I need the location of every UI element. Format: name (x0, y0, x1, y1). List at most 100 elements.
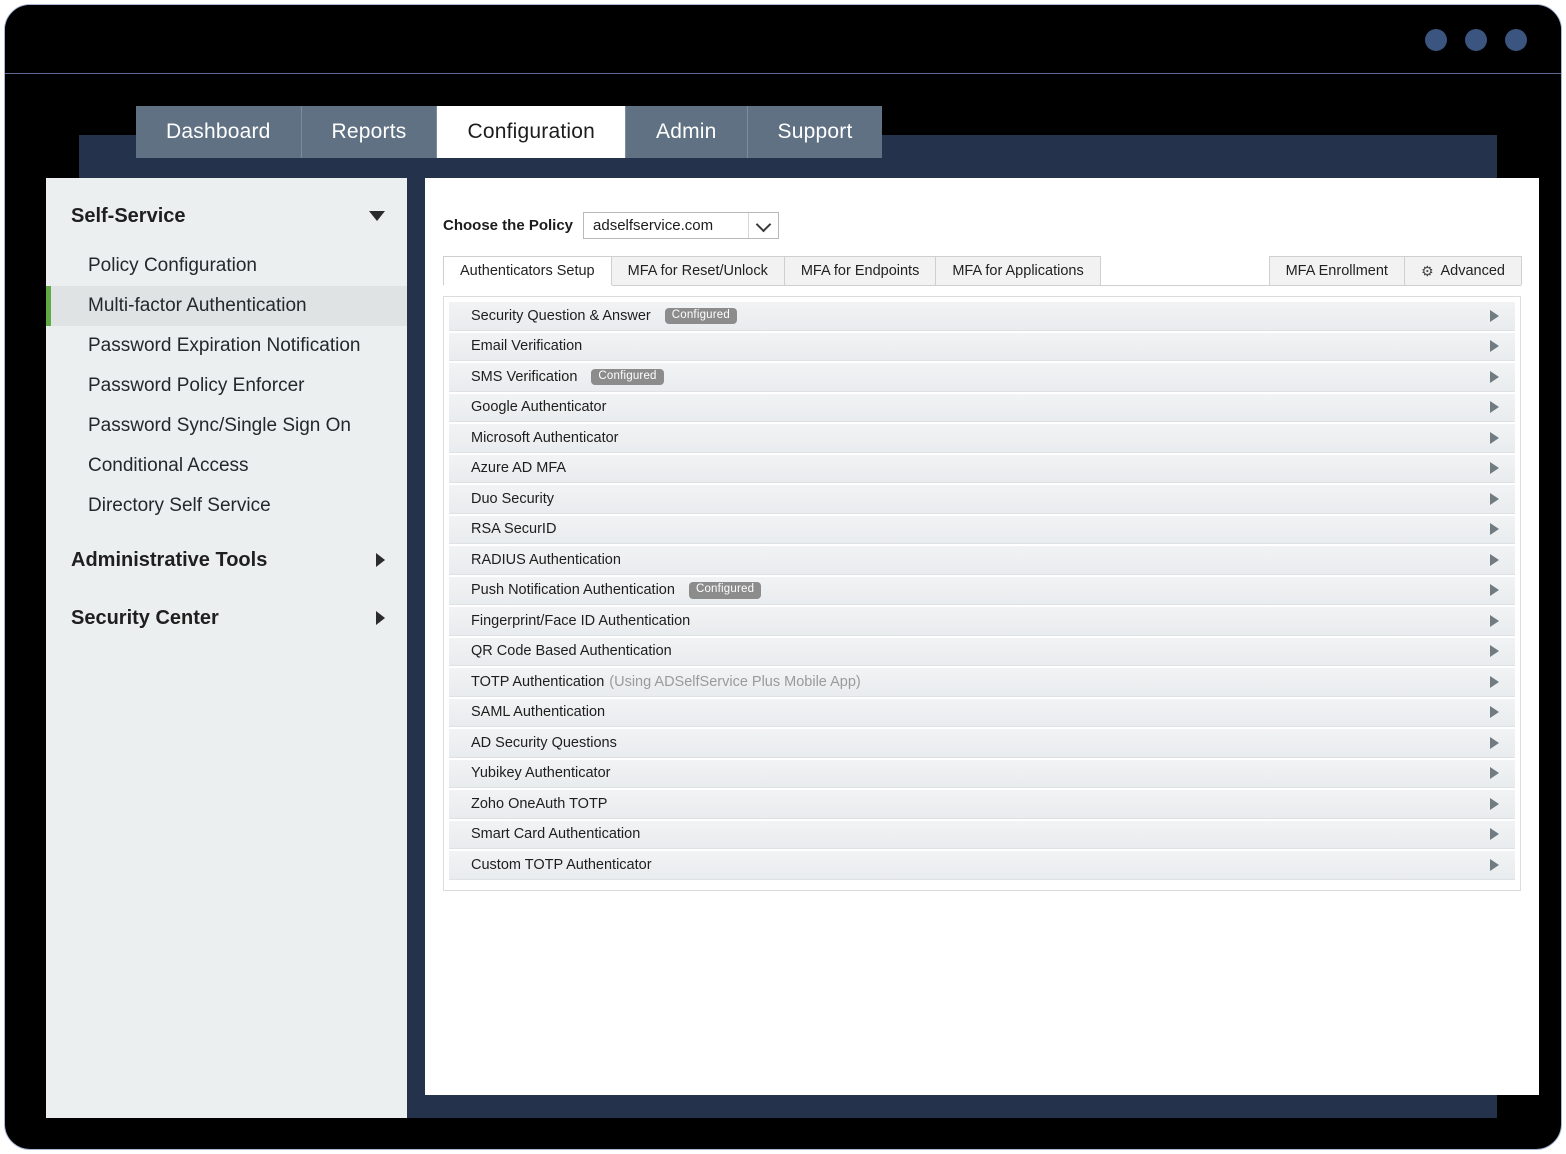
gear-icon: ⚙ (1420, 262, 1434, 279)
sidebar-item-conditional-access[interactable]: Conditional Access (46, 446, 407, 486)
authenticator-name: Yubikey Authenticator (471, 765, 611, 782)
chevron-down-icon (369, 211, 385, 221)
nav-tab-admin[interactable]: Admin (626, 106, 748, 158)
tab-label: Authenticators Setup (460, 263, 595, 279)
authenticator-name: QR Code Based Authentication (471, 643, 672, 660)
window-titlebar (5, 5, 1561, 74)
sidebar-group-administrative-tools[interactable]: Administrative Tools (46, 534, 407, 586)
authenticator-name: RSA SecurID (471, 521, 557, 538)
table-row[interactable]: AD Security Questions (449, 728, 1515, 758)
content-tabbar-right: MFA Enrollment ⚙ Advanced (1268, 256, 1522, 285)
table-row[interactable]: Email Verification (449, 331, 1515, 361)
sidebar-item-label: Password Expiration Notification (88, 335, 361, 356)
policy-selector-row: Choose the Policy adselfservice.com (443, 211, 1539, 239)
policy-selector-label: Choose the Policy (443, 216, 574, 234)
main-content-panel: Choose the Policy adselfservice.com Auth… (425, 178, 1539, 1095)
sidebar-item-multi-factor-authentication[interactable]: Multi-factor Authentication (46, 286, 407, 326)
authenticator-name: Fingerprint/Face ID Authentication (471, 612, 691, 629)
chevron-right-icon (1490, 523, 1499, 536)
content-tabbar: Authenticators Setup MFA for Reset/Unloc… (443, 256, 1522, 286)
main-navigation: Dashboard Reports Configuration Admin Su… (136, 106, 883, 158)
table-row[interactable]: TOTP Authentication (Using ADSelfService… (449, 667, 1515, 697)
table-row[interactable]: Fingerprint/Face ID Authentication (449, 606, 1515, 636)
tab-label: MFA for Applications (952, 263, 1084, 279)
table-row[interactable]: Azure AD MFA (449, 453, 1515, 483)
sidebar-group-label: Security Center (71, 606, 219, 629)
chevron-right-icon (1490, 675, 1499, 688)
nav-tab-dashboard[interactable]: Dashboard (136, 106, 302, 158)
tab-mfa-for-reset-unlock[interactable]: MFA for Reset/Unlock (610, 256, 785, 285)
tab-label: Advanced (1440, 263, 1506, 279)
chevron-right-icon (376, 611, 385, 625)
authenticator-name: AD Security Questions (471, 734, 617, 751)
sidebar-group-label: Self-Service (71, 204, 186, 227)
table-row[interactable]: Microsoft Authenticator (449, 423, 1515, 453)
left-sidebar: Self-Service Policy Configuration Multi-… (46, 178, 407, 1118)
sidebar-item-directory-self-service[interactable]: Directory Self Service (46, 486, 407, 526)
sidebar-item-password-expiration-notification[interactable]: Password Expiration Notification (46, 326, 407, 366)
chevron-right-icon (1490, 492, 1499, 505)
authenticator-name: Email Verification (471, 338, 583, 355)
policy-select[interactable]: adselfservice.com (583, 211, 780, 239)
nav-tab-configuration[interactable]: Configuration (437, 106, 626, 158)
chevron-right-icon (1490, 340, 1499, 353)
sidebar-item-label: Password Policy Enforcer (88, 375, 305, 396)
maximize-dot[interactable] (1465, 29, 1487, 51)
minimize-dot[interactable] (1425, 29, 1447, 51)
tab-advanced[interactable]: ⚙ Advanced (1403, 256, 1522, 285)
chevron-right-icon (1490, 370, 1499, 383)
chevron-right-icon (1490, 828, 1499, 841)
table-row[interactable]: Google Authenticator (449, 392, 1515, 422)
table-row[interactable]: RADIUS Authentication (449, 545, 1515, 575)
chevron-right-icon (1490, 431, 1499, 444)
browser-window-frame: Dashboard Reports Configuration Admin Su… (4, 4, 1562, 1150)
authenticator-name: SAML Authentication (471, 704, 606, 721)
policy-select-value: adselfservice.com (593, 216, 714, 234)
close-dot[interactable] (1505, 29, 1527, 51)
table-row[interactable]: SAML Authentication (449, 697, 1515, 727)
authenticators-list: Security Question & Answer Configured Em… (443, 296, 1521, 891)
sidebar-group-self-service[interactable]: Self-Service (46, 190, 407, 242)
authenticator-name: Push Notification Authentication (471, 582, 675, 599)
tab-mfa-for-applications[interactable]: MFA for Applications (935, 256, 1101, 285)
table-row[interactable]: QR Code Based Authentication (449, 636, 1515, 666)
tab-mfa-for-endpoints[interactable]: MFA for Endpoints (783, 256, 937, 285)
nav-tab-reports[interactable]: Reports (301, 106, 438, 158)
chevron-right-icon (376, 553, 385, 567)
table-row[interactable]: SMS Verification Configured (449, 362, 1515, 392)
table-row[interactable]: Duo Security (449, 484, 1515, 514)
authenticator-name: RADIUS Authentication (471, 551, 621, 568)
authenticator-name: Duo Security (471, 490, 555, 507)
table-row[interactable]: Zoho OneAuth TOTP (449, 789, 1515, 819)
authenticator-name: Smart Card Authentication (471, 826, 641, 843)
sidebar-group-security-center[interactable]: Security Center (46, 592, 407, 644)
tab-mfa-enrollment[interactable]: MFA Enrollment (1268, 256, 1405, 285)
chevron-right-icon (1490, 309, 1499, 322)
chevron-right-icon (1490, 462, 1499, 475)
table-row[interactable]: Security Question & Answer Configured (449, 301, 1515, 331)
table-row[interactable]: Smart Card Authentication (449, 819, 1515, 849)
status-badge: Configured (591, 368, 664, 385)
chevron-right-icon (1490, 858, 1499, 871)
table-row[interactable]: Push Notification Authentication Configu… (449, 575, 1515, 605)
sidebar-item-label: Directory Self Service (88, 495, 271, 516)
nav-tab-support[interactable]: Support (747, 106, 883, 158)
sidebar-item-label: Conditional Access (88, 455, 249, 476)
tab-authenticators-setup[interactable]: Authenticators Setup (443, 256, 612, 285)
sidebar-item-label: Multi-factor Authentication (88, 295, 307, 316)
sidebar-group-label: Administrative Tools (71, 548, 268, 571)
table-row[interactable]: Custom TOTP Authenticator (449, 850, 1515, 880)
chevron-right-icon (1490, 401, 1499, 414)
authenticator-name: Zoho OneAuth TOTP (471, 795, 608, 812)
chevron-right-icon (1490, 797, 1499, 810)
sidebar-subitems-self-service: Policy Configuration Multi-factor Authen… (46, 242, 407, 534)
chevron-down-icon (758, 221, 769, 227)
sidebar-item-policy-configuration[interactable]: Policy Configuration (46, 246, 407, 286)
sidebar-item-password-sync-single-sign-on[interactable]: Password Sync/Single Sign On (46, 406, 407, 446)
chevron-right-icon (1490, 584, 1499, 597)
tab-label: MFA for Reset/Unlock (627, 263, 768, 279)
sidebar-item-password-policy-enforcer[interactable]: Password Policy Enforcer (46, 366, 407, 406)
table-row[interactable]: RSA SecurID (449, 514, 1515, 544)
chevron-right-icon (1490, 706, 1499, 719)
table-row[interactable]: Yubikey Authenticator (449, 758, 1515, 788)
